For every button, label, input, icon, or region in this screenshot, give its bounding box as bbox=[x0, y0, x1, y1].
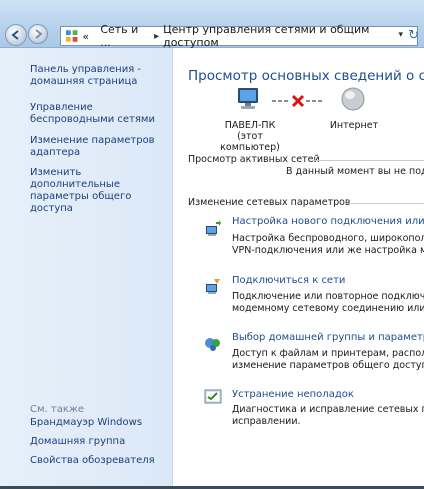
address-dropdown-icon[interactable]: ▾ bbox=[398, 30, 403, 40]
forward-button[interactable] bbox=[28, 24, 48, 44]
active-networks-heading: Просмотр активных сетей bbox=[188, 154, 320, 165]
connection-error-icon[interactable] bbox=[270, 94, 326, 108]
sidebar-item-firewall[interactable]: Брандмауэр Windows bbox=[30, 417, 170, 429]
internet-globe-icon[interactable] bbox=[339, 85, 367, 113]
task-desc-line: Настройка беспроводного, широкополос bbox=[232, 233, 424, 244]
troubleshoot-icon[interactable] bbox=[204, 388, 222, 406]
sidebar-item-internet-options[interactable]: Свойства обозревателя bbox=[30, 455, 170, 467]
task-desc-line: исправлении. bbox=[232, 416, 301, 427]
sidebar-item-advanced-sharing[interactable]: Изменить дополнительные параметры общего… bbox=[30, 167, 170, 215]
see-also-heading: См. также bbox=[30, 404, 85, 415]
address-toolbar: « Сеть и ... ▸ Центр управления сетями и… bbox=[0, 0, 424, 49]
forward-arrow-icon bbox=[35, 29, 43, 39]
this-computer-label: ПАВЕЛ-ПК (этот компьютер) bbox=[210, 120, 290, 153]
task-desc-line: VPN-подключения или же настройка марш bbox=[232, 245, 424, 256]
back-arrow-icon bbox=[11, 30, 19, 40]
page-title: Просмотр основных сведений о сети и н bbox=[188, 68, 424, 84]
control-panel-icon bbox=[65, 30, 78, 42]
connect-to-network-link[interactable]: Подключиться к сети bbox=[232, 275, 345, 286]
homegroup-icon[interactable] bbox=[204, 334, 222, 352]
new-connection-icon[interactable] bbox=[204, 220, 222, 238]
computer-sub: (этот компьютер) bbox=[220, 131, 280, 153]
task-desc-line: Доступ к файлам и принтерам, расположе bbox=[232, 348, 424, 359]
task-description: Доступ к файлам и принтерам, расположе и… bbox=[232, 348, 424, 372]
back-button[interactable] bbox=[5, 24, 27, 46]
internet-label: Интернет bbox=[329, 120, 379, 131]
address-bar[interactable]: « Сеть и ... ▸ Центр управления сетями и… bbox=[60, 23, 419, 49]
task-description: Настройка беспроводного, широкополос VPN… bbox=[232, 233, 424, 257]
sidebar-item-homegroup[interactable]: Домашняя группа bbox=[30, 436, 170, 448]
task-desc-line: Диагностика и исправление сетевых пробл bbox=[232, 404, 424, 415]
no-connection-text: В данный момент вы не подкл bbox=[286, 166, 424, 177]
sidebar-item-adapter-settings[interactable]: Изменение параметров адаптера bbox=[30, 135, 170, 159]
troubleshoot-link[interactable]: Устранение неполадок bbox=[232, 389, 354, 400]
task-desc-line: Подключение или повторное подключени bbox=[232, 291, 424, 302]
breadcrumb-separator-icon[interactable]: ▸ bbox=[154, 31, 159, 42]
task-description: Подключение или повторное подключени мод… bbox=[232, 291, 424, 315]
task-desc-line: изменение параметров общего доступа. bbox=[232, 360, 424, 371]
homegroup-sharing-link[interactable]: Выбор домашней группы и параметров об bbox=[232, 332, 424, 343]
divider bbox=[346, 203, 424, 204]
sidebar: Панель управления - домашняя страница Уп… bbox=[0, 48, 173, 489]
sidebar-item-control-panel-home[interactable]: Панель управления - домашняя страница bbox=[30, 64, 170, 88]
breadcrumb-network-center[interactable]: Центр управления сетями и общим доступом bbox=[163, 23, 417, 49]
sidebar-item-manage-wireless[interactable]: Управление беспроводными сетями bbox=[30, 102, 170, 126]
change-settings-heading: Изменение сетевых параметров bbox=[188, 197, 351, 208]
task-description: Диагностика и исправление сетевых пробл … bbox=[232, 404, 424, 428]
computer-icon[interactable] bbox=[234, 86, 264, 114]
task-desc-line: модемному сетевому соединению или под bbox=[232, 303, 424, 314]
divider bbox=[312, 160, 424, 161]
setup-new-connection-link[interactable]: Настройка нового подключения или сети bbox=[232, 216, 424, 227]
computer-name: ПАВЕЛ-ПК bbox=[224, 120, 276, 131]
breadcrumb-overflow[interactable]: « bbox=[82, 30, 89, 43]
main-content: Просмотр основных сведений о сети и н ПА… bbox=[174, 48, 424, 489]
connect-network-icon[interactable] bbox=[204, 278, 222, 296]
refresh-icon[interactable]: ↻ bbox=[408, 28, 419, 43]
breadcrumb-network[interactable]: Сеть и ... bbox=[100, 23, 150, 49]
